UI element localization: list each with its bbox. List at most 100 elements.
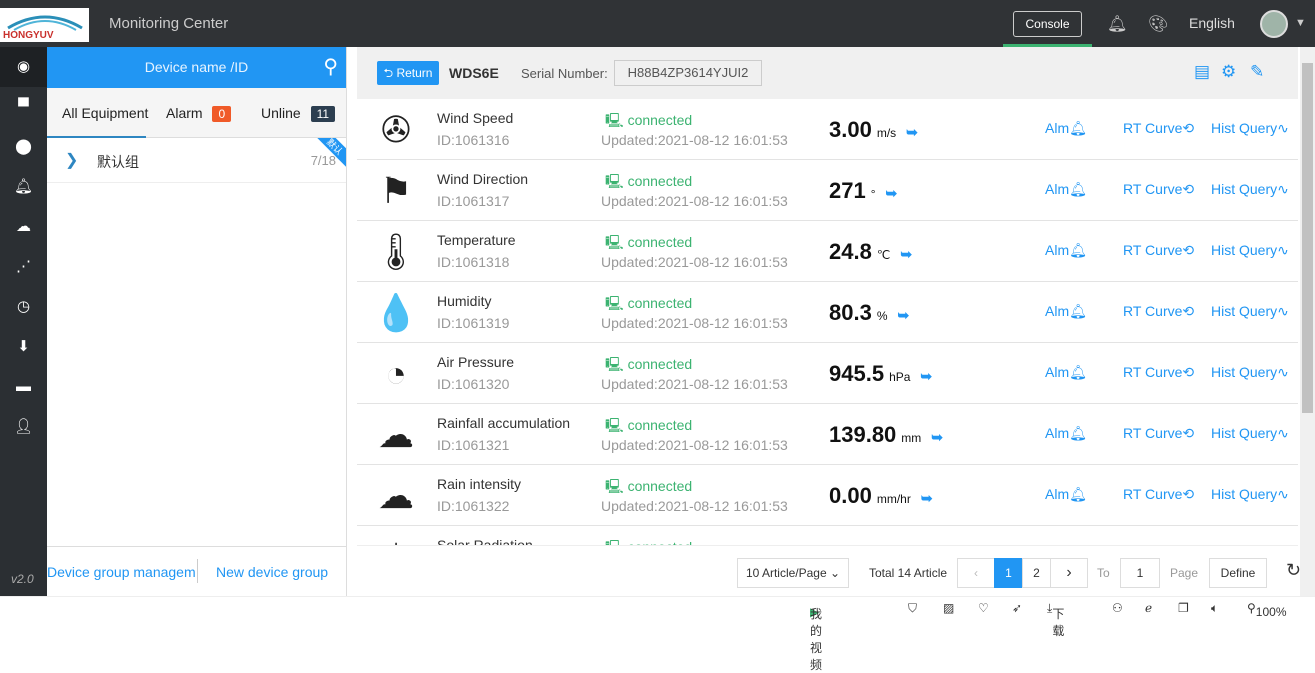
serial-number-field[interactable]: H88B4ZP3614YJUI2 — [614, 60, 762, 86]
sensor-row: ✇ Wind Speed ID:1061316 🖳 connected Upda… — [357, 99, 1298, 160]
rt-curve-link[interactable]: RT Curve⟲ — [1123, 364, 1194, 381]
hist-query-link[interactable]: Hist Query∿ — [1211, 181, 1289, 198]
search-icon[interactable]: ⚲ — [323, 47, 338, 88]
alarm-link[interactable]: Alm🔔︎ — [1045, 120, 1087, 137]
hist-query-link[interactable]: Hist Query∿ — [1211, 120, 1289, 137]
chevron-down-icon[interactable]: ▼ — [1295, 17, 1306, 29]
download-button[interactable]: ⤓ 下载 — [1047, 601, 1064, 638]
heart-icon[interactable]: ♡ — [978, 601, 989, 615]
scrollbar-thumb[interactable] — [1302, 63, 1313, 413]
hist-query-link[interactable]: Hist Query∿ — [1211, 486, 1289, 503]
hist-query-label: Hist Query — [1211, 364, 1278, 380]
download-icon[interactable]: ⬇ — [0, 327, 47, 367]
image-icon[interactable]: ▨ — [943, 601, 954, 615]
sensor-value: 271 ° ➥ — [829, 178, 897, 204]
hist-query-link[interactable]: Hist Query∿ — [1211, 364, 1289, 381]
alarm-link[interactable]: Alm🔔︎ — [1045, 303, 1087, 320]
rt-curve-link[interactable]: RT Curve⟲ — [1123, 425, 1194, 442]
user-icon[interactable]: 👤︎ — [0, 407, 47, 447]
rt-curve-link[interactable]: RT Curve⟲ — [1123, 181, 1194, 198]
gauge-icon: ◔ — [385, 353, 407, 394]
zoom-level[interactable]: ⚲ 100% — [1247, 601, 1287, 619]
trend-arrow-icon: ➥ — [897, 307, 910, 323]
alarm-link[interactable]: Alm🔔︎ — [1045, 364, 1087, 381]
avatar[interactable] — [1260, 10, 1288, 38]
alarm-link[interactable]: Alm🔔︎ — [1045, 486, 1087, 503]
card-icon[interactable]: ▬ — [0, 367, 47, 407]
refresh-icon[interactable]: ↻ — [1286, 560, 1301, 581]
tab-alarm[interactable]: Alarm 0 — [166, 105, 232, 122]
page-1-button[interactable]: 1 — [994, 558, 1023, 588]
save-icon[interactable]: ▤ — [1194, 62, 1210, 82]
search-placeholder: Device name /ID — [144, 59, 249, 75]
sensor-id: ID:1061318 — [437, 254, 510, 270]
rocket-icon[interactable]: ➶ — [1012, 601, 1022, 615]
hist-query-link[interactable]: Hist Query∿ — [1211, 242, 1289, 259]
rt-curve-link[interactable]: RT Curve⟲ — [1123, 120, 1194, 137]
clock-icon[interactable]: ◷ — [0, 287, 47, 327]
tab-online[interactable]: Unline 11 — [261, 105, 336, 122]
palette-icon[interactable]: 🎨︎ — [1148, 14, 1168, 34]
share-icon[interactable]: ⋰ — [0, 247, 47, 287]
device-group-item[interactable]: ❯ 默认组 7/18 默认 — [47, 138, 346, 183]
prev-page-button[interactable]: ‹ — [957, 558, 995, 588]
speaker-icon[interactable]: 🔈︎ — [1211, 601, 1218, 616]
sensor-value: 945.5 hPa ➥ — [829, 361, 932, 387]
rt-curve-link[interactable]: RT Curve⟲ — [1123, 242, 1194, 259]
bell-icon[interactable]: 🔔︎ — [1107, 14, 1127, 34]
scrollbar[interactable] — [1300, 47, 1315, 596]
glasses-icon[interactable]: ⚇ — [1112, 601, 1123, 615]
per-page-select[interactable]: 10 Article/Page ⌄ — [737, 558, 849, 588]
search-input[interactable]: Device name /ID ⚲ — [47, 47, 346, 88]
window-icon[interactable]: ❐ — [1178, 601, 1189, 615]
value-unit: mm — [901, 431, 922, 445]
sensor-row: ◔ Air Pressure ID:1061320 🖳 connected Up… — [357, 343, 1298, 404]
sensor-name: Temperature — [437, 232, 516, 248]
console-button[interactable]: Console — [1013, 11, 1082, 37]
alarm-link[interactable]: Alm🔔︎ — [1045, 242, 1087, 259]
return-button[interactable]: ⮌ Return — [377, 61, 439, 85]
tab-all-equipment[interactable]: All Equipment — [62, 105, 148, 121]
updated-time: Updated:2021-08-12 16:01:53 — [601, 498, 788, 514]
edit-icon[interactable]: ✎ — [1250, 62, 1264, 82]
my-video-label: 我的视频 — [810, 607, 823, 672]
language-selector[interactable]: English — [1189, 15, 1235, 31]
group-count: 7/18 — [310, 153, 336, 168]
panel-footer: Device group managem New device group — [47, 546, 347, 596]
monitor-icon: 🖳 — [605, 478, 624, 494]
shield-icon[interactable]: ⛉ — [908, 601, 917, 616]
status-text: connected — [627, 295, 693, 311]
trend-arrow-icon: ➥ — [885, 185, 898, 201]
serial-label: Serial Number: — [521, 66, 608, 81]
sensor-value: 139.80 mm ➥ — [829, 422, 943, 448]
tab-alarm-label: Alarm — [166, 105, 203, 121]
alarm-link[interactable]: Alm🔔︎ — [1045, 425, 1087, 442]
monitor-icon[interactable]: ▀ — [0, 87, 47, 127]
hist-query-link[interactable]: Hist Query∿ — [1211, 425, 1289, 442]
ie-icon[interactable]: ℯ — [1145, 601, 1152, 615]
define-button[interactable]: Define — [1209, 558, 1267, 588]
rt-curve-link[interactable]: RT Curve⟲ — [1123, 303, 1194, 320]
bell-icon[interactable]: 🔔︎ — [0, 167, 47, 207]
chevron-right-icon[interactable]: ❯ — [65, 150, 78, 170]
online-count-badge: 11 — [310, 106, 336, 122]
target-icon[interactable]: ◉ — [0, 47, 47, 87]
next-page-button[interactable]: › — [1050, 558, 1088, 588]
alarm-link[interactable]: Alm🔔︎ — [1045, 181, 1087, 198]
value-unit: mm/hr — [876, 492, 911, 506]
location-icon[interactable]: ⬤ — [0, 127, 47, 167]
alarm-count-badge: 0 — [212, 106, 232, 122]
page-2-button[interactable]: 2 — [1022, 558, 1051, 588]
sensor-id: ID:1061320 — [437, 376, 510, 392]
hist-query-link[interactable]: Hist Query∿ — [1211, 303, 1289, 320]
value-number: 3.00 — [829, 117, 872, 142]
device-group-manage-link[interactable]: Device group managem — [47, 564, 196, 580]
rt-curve-link[interactable]: RT Curve⟲ — [1123, 486, 1194, 503]
gear-icon[interactable]: ⚙ — [1221, 62, 1236, 82]
new-device-group-link[interactable]: New device group — [216, 564, 328, 580]
goto-page-input[interactable]: 1 — [1120, 558, 1160, 588]
cloud-icon[interactable]: ☁ — [0, 207, 47, 247]
per-page-value: 10 Article/Page — [745, 566, 827, 580]
rt-curve-label: RT Curve — [1123, 120, 1183, 136]
sensor-value: 0.00 mm/hr ➥ — [829, 483, 933, 509]
